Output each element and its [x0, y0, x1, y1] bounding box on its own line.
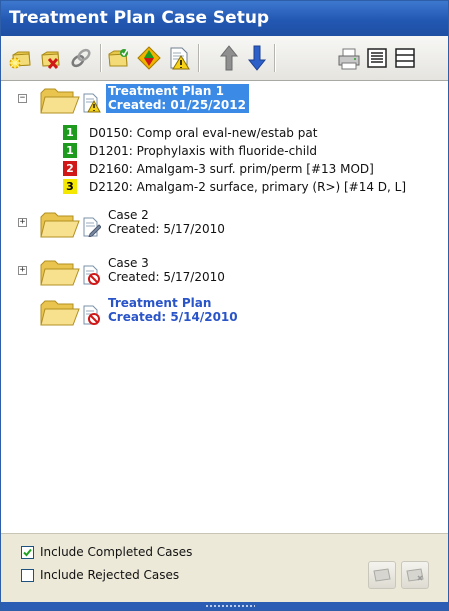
link-case-icon[interactable]	[67, 42, 95, 74]
case-title: Treatment Plan 1	[108, 84, 224, 98]
tree-node-case[interactable]: − Treatment Plan 1 Created: 01/25/2012	[1, 81, 441, 121]
procedure-text: D0150: Comp oral eval-new/estab pat	[89, 126, 318, 140]
procedure-text: D1201: Prophylaxis with fluoride-child	[89, 144, 318, 158]
include-rejected-label: Include Rejected Cases	[40, 568, 180, 582]
include-rejected-row[interactable]: Include Rejected Cases	[21, 566, 179, 584]
case-title: Case 2	[108, 208, 149, 222]
rejected-document-icon	[83, 265, 100, 285]
case-label[interactable]: Case 3 Created: 5/17/2010	[108, 256, 225, 284]
folder-icon	[40, 260, 80, 286]
toolbar-separator	[274, 44, 276, 72]
pencil-document-icon	[83, 217, 101, 237]
expand-toggle[interactable]: +	[18, 218, 27, 227]
procedure-row[interactable]: 1 D1201: Prophylaxis with fluoride-child	[63, 142, 443, 160]
collapse-toggle[interactable]: −	[18, 94, 27, 103]
folder-accept-icon[interactable]	[105, 42, 133, 74]
rejected-document-icon	[83, 305, 100, 325]
alert-document-icon[interactable]	[165, 42, 193, 74]
window-title: Treatment Plan Case Setup	[1, 1, 448, 36]
filter-panel: Include Completed Cases Include Rejected…	[1, 533, 448, 602]
folder-icon	[40, 212, 80, 238]
tree-node-case[interactable]: + Case 2 Created: 5/17/2010	[1, 205, 441, 245]
include-rejected-checkbox[interactable]	[21, 568, 34, 582]
card-icon	[373, 568, 391, 582]
case-created-date: Created: 01/25/2012	[108, 98, 246, 112]
expand-toggle[interactable]: +	[18, 266, 27, 275]
priority-badge: 1	[63, 125, 77, 140]
card-remove-icon	[406, 568, 424, 582]
folder-icon	[40, 88, 80, 114]
procedure-text: D2160: Amalgam-3 surf. prim/perm [#13 MO…	[89, 162, 374, 176]
resize-grip[interactable]	[205, 604, 255, 608]
case-label[interactable]: Treatment Plan Created: 5/14/2010	[108, 296, 238, 324]
include-completed-checkbox[interactable]	[21, 545, 34, 559]
card-button[interactable]	[368, 561, 396, 589]
case-title: Treatment Plan	[108, 296, 212, 310]
procedure-row[interactable]: 1 D0150: Comp oral eval-new/estab pat	[63, 124, 443, 142]
toolbar-separator	[100, 44, 102, 72]
tree-node-case[interactable]: + Case 3 Created: 5/17/2010	[1, 253, 441, 293]
checkmark-icon	[23, 548, 32, 556]
toolbar	[1, 36, 448, 81]
tree-node-case[interactable]: Treatment Plan Created: 5/14/2010	[1, 293, 441, 333]
procedure-text: D2120: Amalgam-2 surface, primary (R>) […	[89, 180, 407, 194]
expand-view-icon[interactable]	[363, 42, 391, 74]
collapse-view-icon[interactable]	[391, 42, 419, 74]
treatment-plan-window: Treatment Plan Case Setup − Treatment Pl…	[0, 0, 449, 611]
case-label[interactable]: Case 2 Created: 5/17/2010	[108, 208, 225, 236]
case-title: Case 3	[108, 256, 149, 270]
include-completed-label: Include Completed Cases	[40, 545, 193, 559]
new-case-icon[interactable]	[7, 42, 35, 74]
delete-case-icon[interactable]	[37, 42, 65, 74]
folder-icon	[40, 300, 80, 326]
case-label[interactable]: Treatment Plan 1 Created: 01/25/2012	[106, 84, 249, 113]
card-remove-button[interactable]	[401, 561, 429, 589]
procedure-row[interactable]: 2 D2160: Amalgam-3 surf. prim/perm [#13 …	[63, 160, 443, 178]
print-icon[interactable]	[335, 42, 363, 74]
move-up-icon[interactable]	[215, 42, 243, 74]
move-down-icon[interactable]	[243, 42, 271, 74]
priority-badge: 1	[63, 143, 77, 158]
priority-icon[interactable]	[135, 42, 163, 74]
priority-badge: 2	[63, 161, 77, 176]
procedure-row[interactable]: 3 D2120: Amalgam-2 surface, primary (R>)…	[63, 178, 443, 196]
case-created-date: Created: 5/17/2010	[108, 222, 225, 236]
case-created-date: Created: 5/17/2010	[108, 270, 225, 284]
include-completed-row[interactable]: Include Completed Cases	[21, 543, 192, 561]
case-tree: − Treatment Plan 1 Created: 01/25/2012 1…	[1, 81, 448, 533]
warning-document-icon	[83, 93, 101, 113]
toolbar-separator	[198, 44, 200, 72]
case-created-date: Created: 5/14/2010	[108, 310, 238, 324]
priority-badge: 3	[63, 179, 77, 194]
